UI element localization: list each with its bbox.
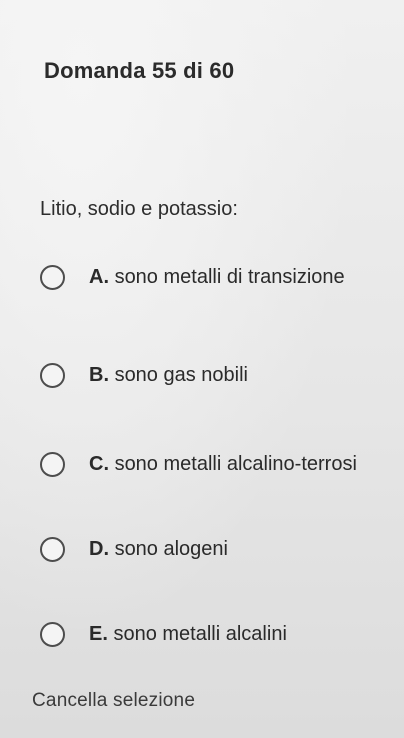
- option-c-text: sono metalli alcalino-terrosi: [114, 453, 357, 475]
- option-c-letter: C.: [89, 453, 109, 475]
- page-title: Domanda 55 di 60: [44, 58, 235, 83]
- option-e-letter: E.: [89, 623, 108, 645]
- option-b-label: B. sono gas nobili: [89, 364, 248, 387]
- option-d-label: D. sono alogeni: [89, 538, 228, 561]
- radio-button-c[interactable]: [40, 452, 65, 477]
- option-d[interactable]: D. sono alogeni: [40, 537, 228, 562]
- option-d-text: sono alogeni: [114, 538, 228, 560]
- option-e-text: sono metalli alcalini: [113, 623, 287, 645]
- clear-selection-link[interactable]: Cancella selezione: [32, 690, 195, 712]
- option-d-letter: D.: [89, 538, 109, 560]
- quiz-page: Domanda 55 di 60 Litio, sodio e potassio…: [0, 0, 404, 738]
- option-b-text: sono gas nobili: [114, 364, 248, 386]
- option-c[interactable]: C. sono metalli alcalino-terrosi: [40, 452, 357, 477]
- option-b[interactable]: B. sono gas nobili: [40, 363, 248, 388]
- radio-button-a[interactable]: [40, 265, 65, 290]
- option-b-letter: B.: [89, 364, 109, 386]
- radio-button-e[interactable]: [40, 622, 65, 647]
- option-a-text: sono metalli di transizione: [114, 266, 345, 288]
- option-e[interactable]: E. sono metalli alcalini: [40, 622, 287, 647]
- option-c-label: C. sono metalli alcalino-terrosi: [89, 453, 357, 476]
- option-a-label: A. sono metalli di transizione: [89, 266, 345, 289]
- radio-button-d[interactable]: [40, 537, 65, 562]
- option-a-letter: A.: [89, 266, 109, 288]
- option-a[interactable]: A. sono metalli di transizione: [40, 265, 345, 290]
- option-e-label: E. sono metalli alcalini: [89, 623, 287, 646]
- radio-button-b[interactable]: [40, 363, 65, 388]
- question-text: Litio, sodio e potassio:: [40, 198, 238, 220]
